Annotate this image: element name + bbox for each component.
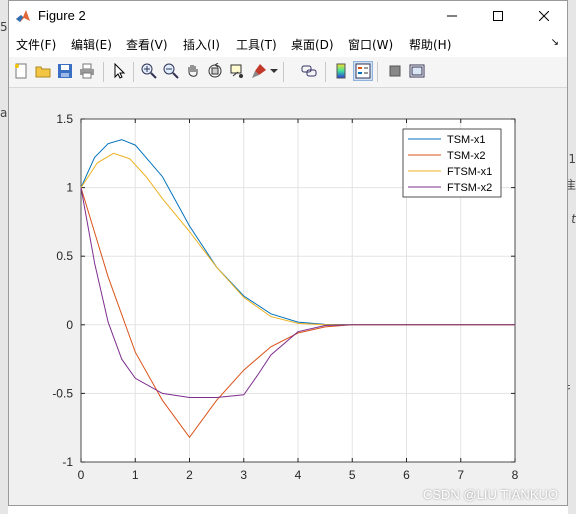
menu-overflow-icon[interactable]: ↘ <box>551 37 559 48</box>
pointer-icon[interactable] <box>109 61 129 81</box>
x-tick-label: 4 <box>295 468 302 482</box>
x-tick-label: 2 <box>186 468 193 482</box>
zoom-in-icon[interactable] <box>139 61 159 81</box>
figure-toolbar <box>9 57 567 88</box>
watermark-text: CSDN @LIU TIANKUO <box>422 487 558 502</box>
toolbar-separator <box>103 62 104 82</box>
data-cursor-icon[interactable] <box>227 61 247 81</box>
new-figure-icon[interactable] <box>11 61 31 81</box>
menu-help[interactable]: 帮助(H) <box>409 36 451 53</box>
legend-label: FTSM-x1 <box>447 166 492 178</box>
show-tools-icon[interactable] <box>407 61 427 81</box>
figure-canvas: 0 1 2 3 4 5 6 7 8 -1 -0.5 0 0.5 1 1.5 TSM-x1 TSM-x2 FTSM-… <box>9 88 567 505</box>
toolbar-separator <box>325 62 326 82</box>
pan-icon[interactable] <box>183 61 203 81</box>
legend-label: FTSM-x2 <box>447 182 492 194</box>
minimize-button[interactable] <box>429 1 475 31</box>
x-tick-label: 6 <box>403 468 410 482</box>
close-icon <box>539 11 549 21</box>
link-icon[interactable] <box>299 61 319 81</box>
y-tick-label: 0 <box>66 318 73 332</box>
toolbar-separator <box>283 62 284 82</box>
x-tick-label: 0 <box>78 468 85 482</box>
menu-file[interactable]: 文件(F) <box>16 36 56 53</box>
legend-label: TSM-x1 <box>447 134 486 146</box>
toolbar-separator <box>133 62 134 82</box>
maximize-icon <box>493 11 503 21</box>
x-tick-label: 5 <box>349 468 356 482</box>
rotate-icon[interactable] <box>205 61 225 81</box>
save-icon[interactable] <box>55 61 75 81</box>
y-tick-label: -1 <box>62 455 73 469</box>
background-left <box>0 0 8 514</box>
y-tick-label: 1.5 <box>56 112 73 126</box>
hide-tools-icon[interactable] <box>385 61 405 81</box>
menu-tools[interactable]: 工具(T) <box>236 36 277 53</box>
legend-label: TSM-x2 <box>447 150 486 162</box>
title-bar[interactable]: Figure 2 <box>9 1 567 31</box>
print-icon[interactable] <box>77 61 97 81</box>
menu-view[interactable]: 查看(V) <box>126 36 168 53</box>
figure-window: Figure 2 文件(F) 编辑(E) 查看(V) 插入(I) 工具(T) 桌… <box>8 0 568 506</box>
x-tick-label: 8 <box>512 468 519 482</box>
brush-dropdown-icon[interactable] <box>269 61 279 81</box>
window-title: Figure 2 <box>38 8 86 23</box>
background-fragment: t <box>571 212 576 226</box>
x-tick-label: 7 <box>457 468 464 482</box>
colorbar-icon[interactable] <box>331 61 351 81</box>
matlab-icon <box>16 10 30 22</box>
legend-icon[interactable] <box>353 61 373 81</box>
open-icon[interactable] <box>33 61 53 81</box>
menu-edit[interactable]: 编辑(E) <box>71 36 112 53</box>
zoom-out-icon[interactable] <box>161 61 181 81</box>
background-fragment: 1 <box>568 152 576 166</box>
menu-bar: 文件(F) 编辑(E) 查看(V) 插入(I) 工具(T) 桌面(D) 窗口(W… <box>9 31 567 57</box>
menu-desktop[interactable]: 桌面(D) <box>291 36 334 53</box>
y-tick-label: 0.5 <box>56 249 73 263</box>
x-tick-label: 1 <box>132 468 139 482</box>
menu-insert[interactable]: 插入(I) <box>183 36 220 53</box>
line-chart[interactable]: 0 1 2 3 4 5 6 7 8 -1 -0.5 0 0.5 1 1.5 TSM-x1 TSM-x2 FTSM-… <box>9 88 567 505</box>
background-right <box>568 0 576 514</box>
brush-icon[interactable] <box>249 61 269 81</box>
maximize-button[interactable] <box>475 1 521 31</box>
minimize-icon <box>447 15 457 17</box>
close-button[interactable] <box>521 1 567 31</box>
y-tick-label: 1 <box>66 181 73 195</box>
y-tick-label: -0.5 <box>52 386 73 400</box>
toolbar-separator <box>377 62 378 82</box>
menu-window[interactable]: 窗口(W) <box>348 36 393 53</box>
x-tick-label: 3 <box>240 468 247 482</box>
